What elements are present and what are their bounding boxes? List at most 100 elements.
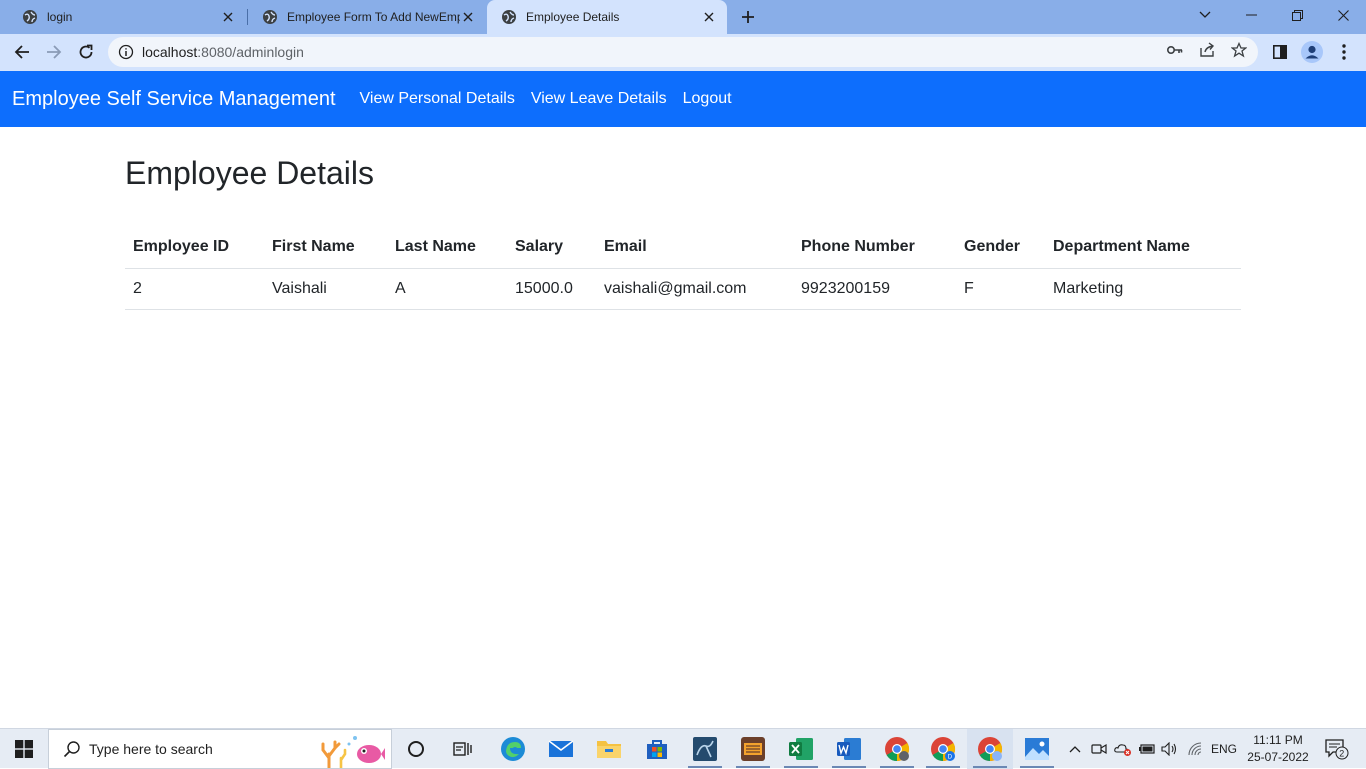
nav-link-logout[interactable]: Logout — [675, 90, 740, 108]
globe-icon — [23, 10, 37, 24]
task-view-button[interactable] — [440, 729, 486, 769]
column-header-email: Email — [596, 227, 793, 269]
cortana-button[interactable] — [393, 729, 439, 769]
side-panel-icon[interactable] — [1270, 42, 1290, 62]
taskbar-app-chrome[interactable] — [874, 729, 920, 769]
close-icon[interactable] — [460, 9, 476, 25]
back-button[interactable] — [8, 38, 36, 66]
chrome-icon — [885, 737, 910, 761]
browser-toolbar: localhost:8080/adminlogin — [0, 34, 1366, 71]
table-row: 2 Vaishali A 15000.0 vaishali@gmail.com … — [125, 268, 1241, 310]
cell-salary: 15000.0 — [507, 268, 596, 310]
reload-button[interactable] — [72, 38, 100, 66]
cell-employee-id: 2 — [125, 268, 264, 310]
tab-employee-form[interactable]: Employee Form To Add NewEmployee — [248, 0, 486, 34]
taskbar-app-mysql-workbench[interactable] — [682, 729, 728, 769]
profile-avatar-icon[interactable] — [1300, 40, 1324, 64]
taskbar-app-word[interactable] — [826, 729, 872, 769]
search-placeholder: Type here to search — [89, 741, 213, 757]
plus-icon — [742, 11, 754, 23]
taskbar-app-file-explorer[interactable] — [586, 729, 632, 769]
onedrive-error-icon[interactable] — [1112, 729, 1134, 769]
taskbar-clock[interactable]: 11:11 PM 25-07-2022 — [1240, 732, 1316, 766]
navbar-brand[interactable]: Employee Self Service Management — [12, 88, 336, 111]
new-tab-button[interactable] — [736, 5, 760, 29]
column-header-gender: Gender — [956, 227, 1045, 269]
tab-employee-details[interactable]: Employee Details — [487, 0, 727, 34]
battery-icon[interactable] — [1136, 729, 1158, 769]
navbar-links: View Personal Details View Leave Details… — [352, 90, 740, 108]
start-button[interactable] — [0, 729, 48, 769]
search-icon — [63, 741, 80, 758]
restore-button[interactable] — [1274, 0, 1320, 30]
minimize-icon — [1245, 14, 1257, 16]
taskbar-app-store[interactable] — [634, 729, 680, 769]
column-header-salary: Salary — [507, 227, 596, 269]
tab-title: login — [47, 10, 73, 24]
network-icon[interactable] — [1185, 729, 1207, 769]
share-icon[interactable] — [1198, 41, 1216, 59]
tab-search-button[interactable] — [1182, 0, 1228, 30]
column-header-employee-id: Employee ID — [125, 227, 264, 269]
taskbar-app-excel[interactable] — [778, 729, 824, 769]
svg-text:D: D — [948, 755, 953, 761]
close-window-button[interactable] — [1320, 0, 1366, 30]
reload-icon — [79, 44, 93, 59]
cell-phone-number: 9923200159 — [793, 268, 956, 310]
nav-link-view-personal-details[interactable]: View Personal Details — [352, 90, 523, 108]
close-icon[interactable] — [701, 9, 717, 25]
url-text: localhost:8080/adminlogin — [142, 44, 304, 60]
page-title: Employee Details — [125, 155, 374, 191]
bookmark-star-icon[interactable] — [1230, 41, 1248, 59]
taskbar-search-box[interactable]: Type here to search — [48, 729, 392, 769]
taskbar-app-edge[interactable] — [490, 729, 536, 769]
photos-icon — [1025, 738, 1049, 760]
app-navbar: Employee Self Service Management View Pe… — [0, 71, 1366, 127]
store-icon — [647, 740, 667, 759]
clock-date: 25-07-2022 — [1247, 750, 1309, 764]
word-icon — [837, 738, 861, 760]
nav-link-view-leave-details[interactable]: View Leave Details — [523, 90, 675, 108]
table-header-row: Employee ID First Name Last Name Salary … — [125, 227, 1241, 269]
xampp-icon — [741, 737, 765, 761]
chrome-active-icon — [978, 737, 1003, 761]
cell-first-name: Vaishali — [264, 268, 387, 310]
tab-login[interactable]: login — [8, 0, 246, 34]
mail-icon — [548, 740, 574, 757]
notification-center-button[interactable]: 2 — [1320, 729, 1354, 769]
column-header-last-name: Last Name — [387, 227, 507, 269]
close-icon[interactable] — [220, 9, 236, 25]
cell-last-name: A — [387, 268, 507, 310]
cell-department-name: Marketing — [1045, 268, 1241, 310]
url-path: :8080/adminlogin — [197, 44, 304, 60]
restore-icon — [1291, 9, 1303, 21]
chevron-down-icon — [1199, 11, 1211, 18]
input-language-indicator[interactable]: ENG — [1208, 729, 1240, 769]
windows-logo-icon — [15, 740, 33, 758]
forward-button[interactable] — [40, 38, 68, 66]
meet-now-icon[interactable] — [1088, 729, 1110, 769]
arrow-left-icon — [14, 45, 29, 59]
column-header-first-name: First Name — [264, 227, 387, 269]
globe-icon — [263, 10, 277, 24]
taskbar-app-photos[interactable] — [1014, 729, 1060, 769]
taskbar-app-xampp[interactable] — [730, 729, 776, 769]
taskbar-app-mail[interactable] — [538, 729, 584, 769]
search-highlight-coral-fish-icon — [321, 736, 385, 768]
close-icon — [1337, 9, 1349, 21]
address-bar[interactable]: localhost:8080/adminlogin — [108, 37, 1258, 67]
show-hidden-icons-button[interactable] — [1064, 729, 1086, 769]
excel-icon — [789, 738, 813, 760]
arrow-right-icon — [47, 45, 62, 59]
tab-title: Employee Form To Add NewEmployee — [287, 10, 460, 24]
minimize-button[interactable] — [1228, 0, 1274, 30]
key-icon[interactable] — [1166, 41, 1184, 59]
browser-tab-strip: login Employee Form To Add NewEmployee E… — [0, 0, 1366, 34]
taskbar-app-chrome-profile[interactable]: D — [920, 729, 966, 769]
kebab-menu-icon[interactable] — [1334, 42, 1354, 62]
tab-title: Employee Details — [526, 10, 620, 24]
taskbar-app-chrome-active[interactable] — [967, 729, 1013, 769]
url-host: localhost — [142, 44, 198, 60]
info-icon[interactable] — [118, 44, 134, 60]
volume-icon[interactable] — [1159, 729, 1181, 769]
